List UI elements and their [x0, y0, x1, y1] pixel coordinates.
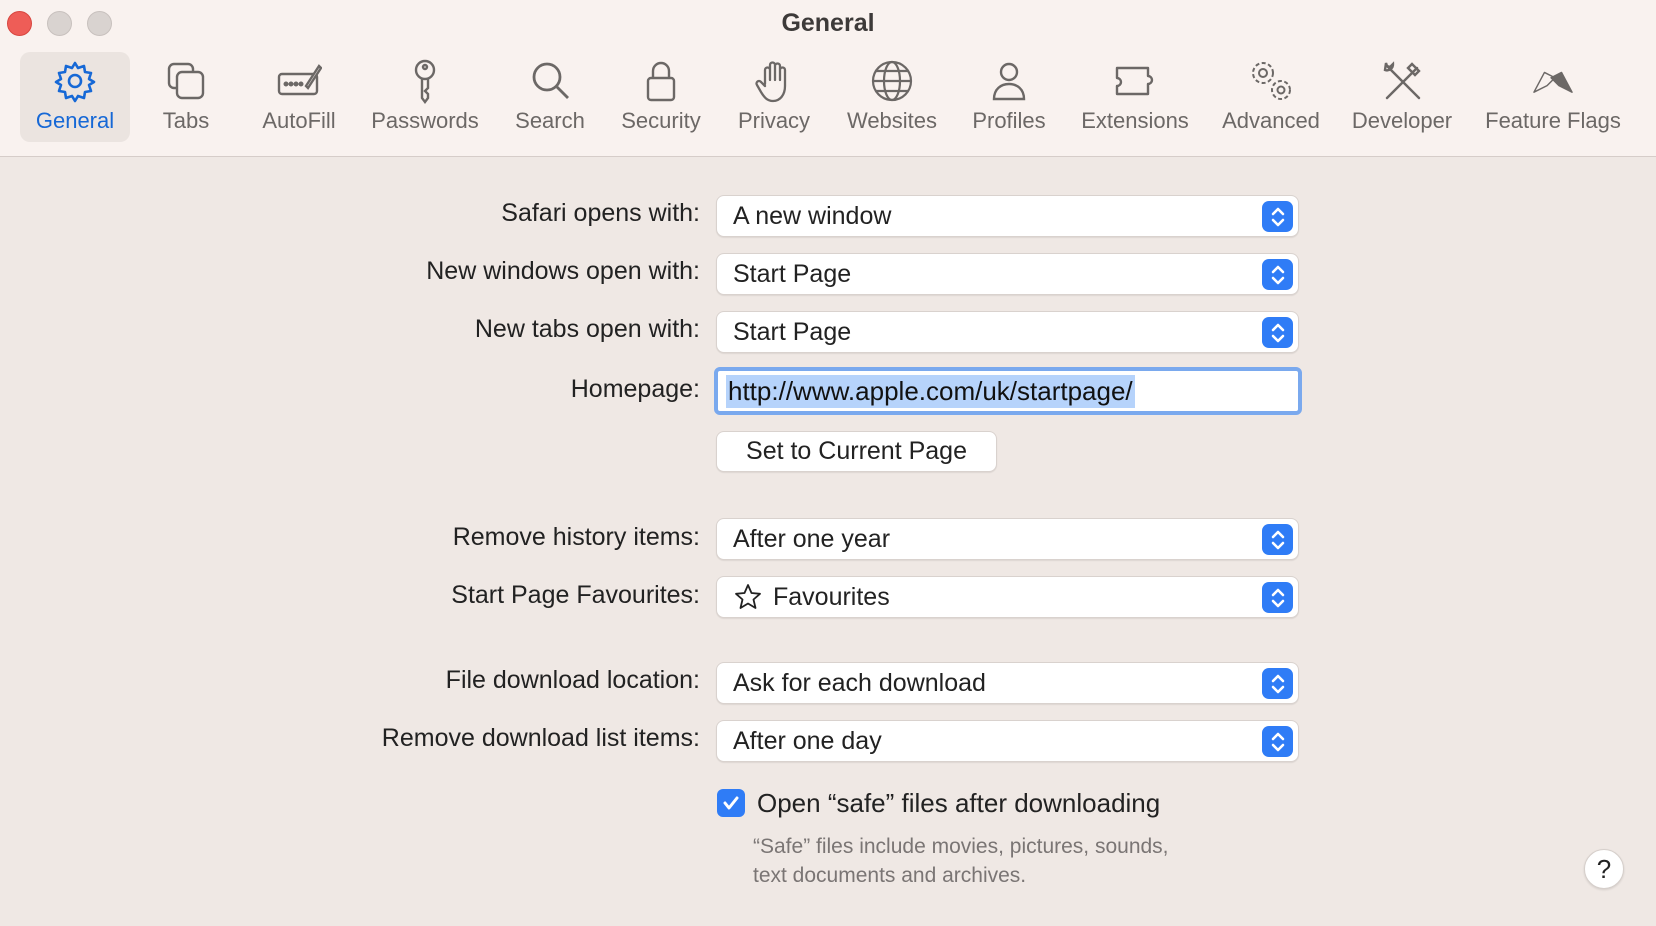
remove-history-label: Remove history items:	[452, 523, 700, 551]
tab-label: Extensions	[1081, 108, 1189, 133]
new-tabs-label: New tabs open with:	[474, 315, 700, 343]
popup-value: Start Page	[733, 317, 852, 346]
tools-icon	[1379, 58, 1425, 104]
set-to-current-page-button[interactable]: Set to Current Page	[716, 431, 997, 472]
open-safe-files-label[interactable]: Open “safe” files after downloading	[757, 788, 1160, 819]
remove-history-popup[interactable]: After one year	[716, 518, 1299, 560]
homepage-label: Homepage:	[570, 375, 700, 403]
popup-value: After one year	[733, 524, 891, 553]
person-icon	[986, 58, 1032, 104]
tab-security[interactable]: Security	[614, 52, 708, 142]
favourites-popup[interactable]: Favourites	[716, 576, 1299, 618]
help-button[interactable]: ?	[1584, 849, 1624, 889]
tab-autofill[interactable]: AutoFill	[253, 52, 345, 142]
tab-tabs[interactable]: Tabs	[141, 52, 231, 142]
tab-label: Search	[515, 108, 585, 133]
star-icon	[735, 584, 761, 609]
chevron-updown-icon	[1262, 201, 1293, 232]
tab-label: Profiles	[972, 108, 1046, 133]
tab-search[interactable]: Search	[505, 52, 595, 142]
tab-label: Passwords	[371, 108, 479, 133]
tab-passwords[interactable]: Passwords	[365, 52, 485, 142]
chevron-updown-icon	[1262, 582, 1293, 613]
new-windows-popup[interactable]: Start Page	[716, 253, 1299, 295]
tab-label: Security	[621, 108, 701, 133]
chevron-updown-icon	[1262, 726, 1293, 757]
hint-line: “Safe” files include movies, pictures, s…	[753, 835, 1169, 858]
tab-label: Privacy	[737, 108, 811, 133]
lock-icon	[638, 58, 684, 104]
tab-developer[interactable]: Developer	[1346, 52, 1458, 142]
popup-value: After one day	[733, 726, 882, 755]
checkmark-icon	[723, 796, 739, 810]
tab-label: Developer	[1351, 108, 1453, 133]
tab-label: Tabs	[162, 108, 210, 133]
chevron-updown-icon	[1262, 259, 1293, 290]
tab-privacy[interactable]: Privacy	[730, 52, 818, 142]
chevron-updown-icon	[1262, 668, 1293, 699]
chevron-updown-icon	[1262, 524, 1293, 555]
popup-value: A new window	[733, 201, 892, 230]
homepage-field[interactable]: http://www.apple.com/uk/startpage/	[714, 367, 1302, 415]
tabs-icon	[163, 58, 209, 104]
tab-label: Feature Flags	[1485, 108, 1621, 133]
flags-icon	[1530, 58, 1576, 104]
popup-value: Favourites	[773, 582, 890, 611]
tab-profiles[interactable]: Profiles	[964, 52, 1054, 142]
window-title: General	[781, 9, 875, 37]
globe-icon	[869, 58, 915, 104]
tab-feature-flags[interactable]: Feature Flags	[1478, 52, 1628, 142]
puzzle-icon	[1112, 58, 1158, 104]
chevron-updown-icon	[1262, 317, 1293, 348]
new-tabs-popup[interactable]: Start Page	[716, 311, 1299, 353]
magnifier-icon	[527, 58, 573, 104]
download-location-label: File download location:	[445, 666, 700, 694]
tab-label: AutoFill	[262, 108, 336, 133]
tab-advanced[interactable]: Advanced	[1216, 52, 1326, 142]
tab-websites[interactable]: Websites	[840, 52, 944, 142]
remove-downloads-label: Remove download list items:	[381, 724, 700, 752]
autofill-pen-icon	[276, 58, 322, 104]
safe-files-hint: “Safe” files include movies, pictures, s…	[753, 832, 1169, 890]
toolbar: General General Tabs AutoFill Passwords …	[0, 0, 1656, 157]
favourites-label: Start Page Favourites:	[451, 581, 700, 609]
open-safe-files-checkbox[interactable]	[717, 789, 745, 817]
homepage-value: http://www.apple.com/uk/startpage/	[726, 374, 1135, 408]
tab-label: General	[35, 108, 115, 133]
safari-opens-label: Safari opens with:	[501, 199, 700, 227]
download-location-popup[interactable]: Ask for each download	[716, 662, 1299, 704]
tab-label: Websites	[846, 108, 938, 133]
remove-downloads-popup[interactable]: After one day	[716, 720, 1299, 762]
hint-line: text documents and archives.	[753, 864, 1027, 887]
key-icon	[402, 58, 448, 104]
popup-value: Start Page	[733, 259, 852, 288]
popup-value: Ask for each download	[733, 668, 986, 697]
preferences-window: General General Tabs AutoFill Passwords …	[0, 0, 1656, 926]
tab-general[interactable]: General	[20, 52, 130, 142]
gears-icon	[1248, 58, 1294, 104]
tab-extensions[interactable]: Extensions	[1075, 52, 1195, 142]
new-windows-label: New windows open with:	[426, 257, 700, 285]
tab-label: Advanced	[1222, 108, 1320, 133]
gear-icon	[52, 58, 98, 104]
hand-icon	[751, 58, 797, 104]
safari-opens-popup[interactable]: A new window	[716, 195, 1299, 237]
